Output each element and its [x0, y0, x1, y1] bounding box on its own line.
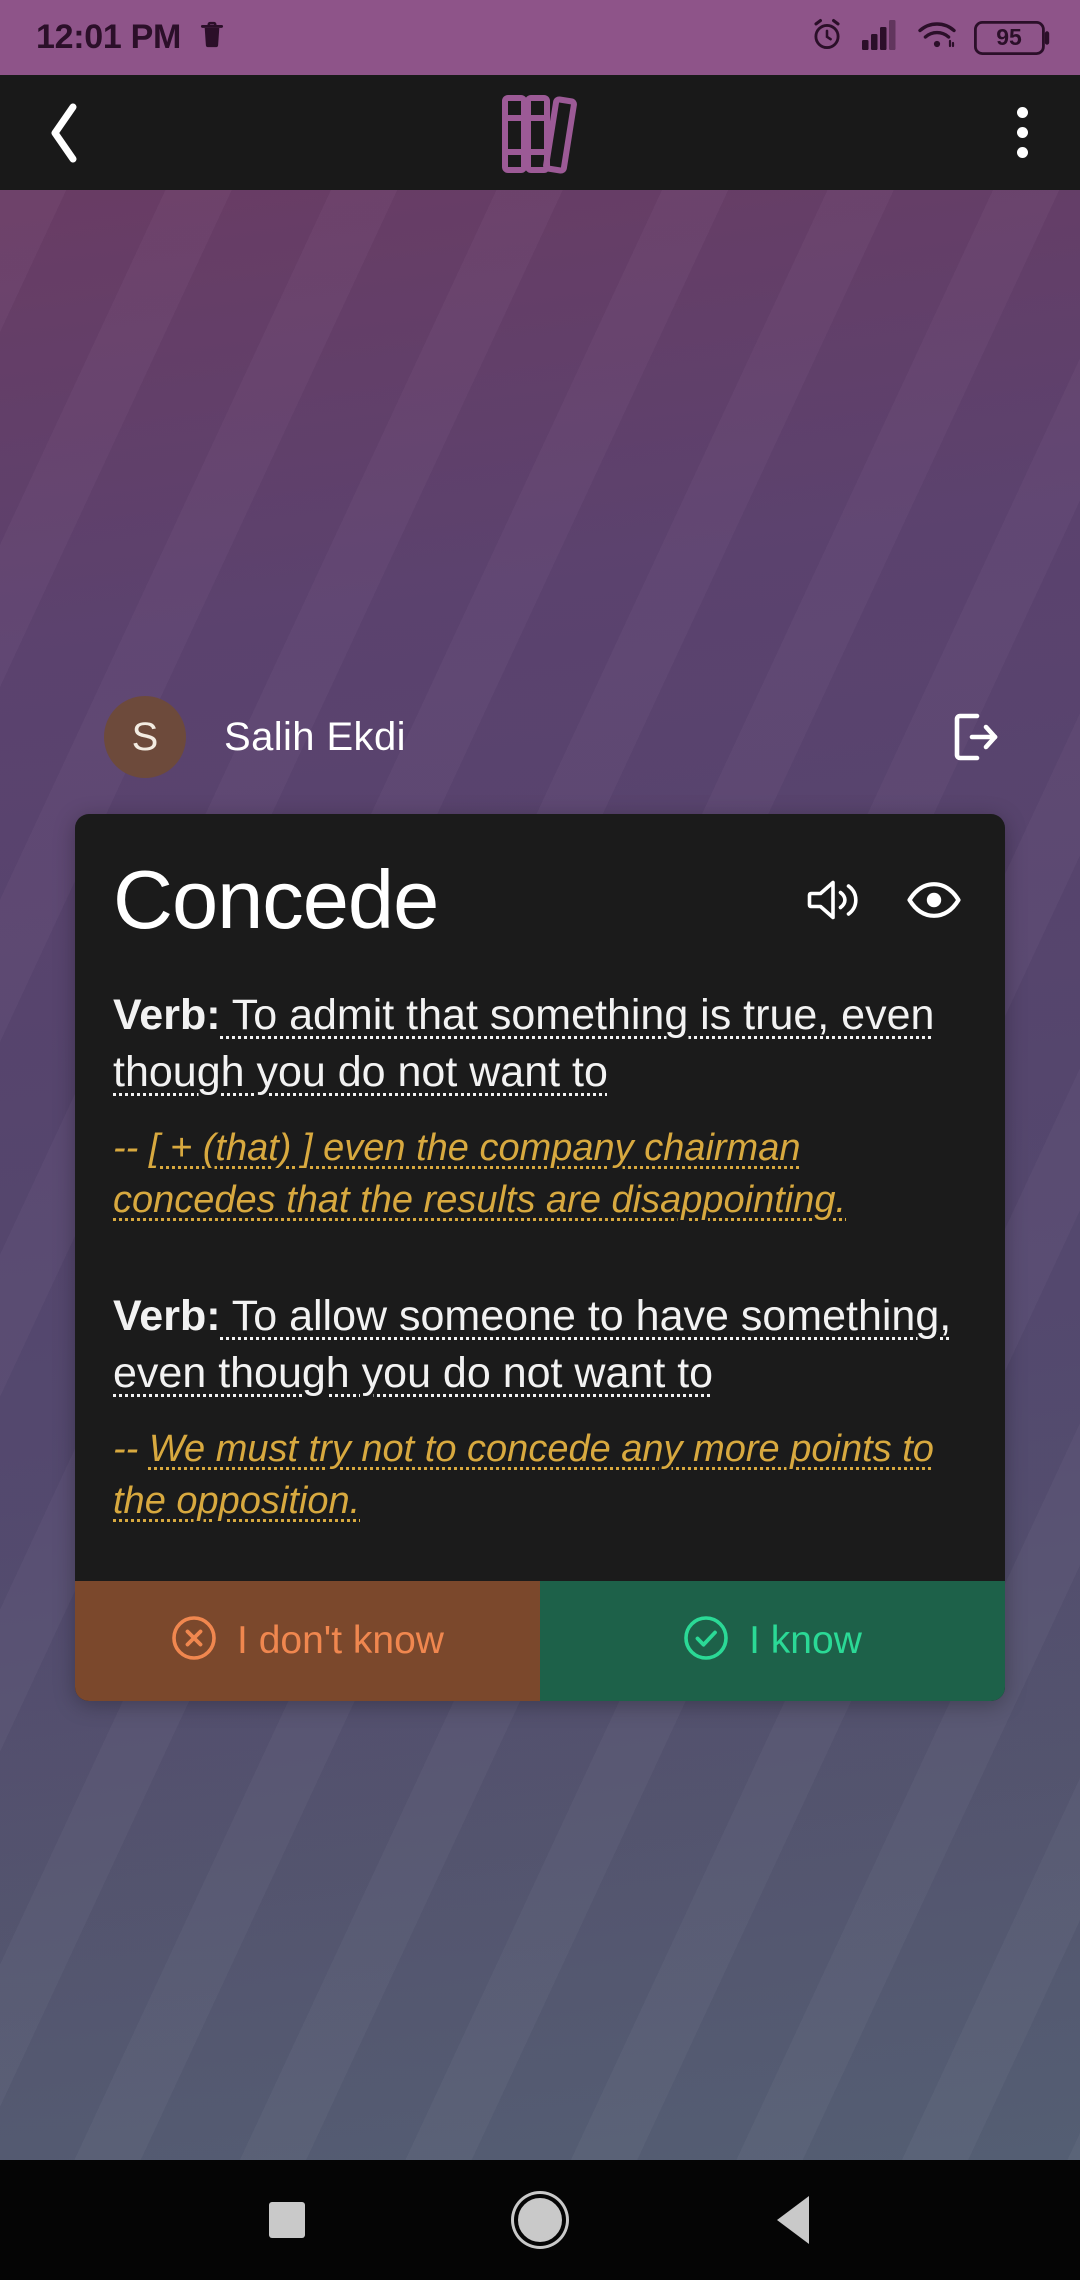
back-button[interactable] — [44, 102, 82, 164]
definition-text: To allow someone to have something, even… — [113, 1291, 952, 1398]
eye-icon[interactable] — [907, 878, 961, 922]
battery-level-text: 95 — [996, 24, 1022, 50]
flashcard[interactable]: Concede Verb: To admit that something is… — [75, 814, 1005, 1701]
part-of-speech: Verb: — [113, 991, 221, 1039]
definition-text: To admit that something is true, even th… — [113, 991, 935, 1097]
app-bar — [0, 75, 1080, 190]
trash-icon — [199, 20, 225, 55]
flashcard-header: Concede — [113, 858, 967, 941]
dont-know-button[interactable]: I don't know — [75, 1580, 540, 1701]
avatar: S — [104, 696, 186, 778]
know-button[interactable]: I know — [540, 1580, 1005, 1701]
example: -- We must try not to concede any more p… — [113, 1424, 967, 1527]
example-text: [ + (that) ] even the company chairman c… — [113, 1127, 847, 1221]
recents-button[interactable] — [232, 2165, 342, 2275]
navigation-bar — [0, 2160, 1080, 2280]
status-bar-left: 12:01 PM — [36, 18, 225, 57]
signal-icon — [862, 20, 900, 55]
back-triangle-icon — [777, 2196, 810, 2244]
example-prefix: -- — [113, 1428, 149, 1471]
avatar-initial: S — [131, 715, 159, 759]
dont-know-label: I don't know — [237, 1618, 444, 1662]
status-bar: 12:01 PM 95 — [0, 0, 1080, 75]
part-of-speech: Verb: — [113, 1291, 221, 1340]
alarm-icon — [809, 17, 845, 58]
example-text: We must try not to concede any more poin… — [113, 1428, 934, 1522]
sense-block: Verb: To admit that something is true, e… — [113, 987, 967, 1226]
example: -- [ + (that) ] even the company chairma… — [113, 1123, 967, 1226]
status-clock: 12:01 PM — [36, 18, 182, 56]
definition: Verb: To admit that something is true, e… — [113, 987, 967, 1101]
status-bar-right: 95 — [809, 17, 1052, 58]
books-icon — [0, 75, 1080, 190]
back-button-nav[interactable] — [738, 2165, 848, 2275]
flashcard-body: Concede Verb: To admit that something is… — [75, 814, 1005, 1581]
flashcard-actions — [807, 877, 967, 923]
x-circle-icon — [171, 1615, 217, 1666]
answer-row: I don't know I know — [75, 1580, 1005, 1701]
user-name: Salih Ekdi — [224, 714, 406, 759]
know-label: I know — [749, 1618, 862, 1662]
recents-square-icon — [268, 2202, 305, 2238]
content-area: S Salih Ekdi Concede Verb: To admit that… — [0, 190, 1080, 2160]
check-circle-icon — [683, 1615, 729, 1666]
home-button[interactable] — [485, 2165, 595, 2275]
speaker-icon[interactable] — [807, 877, 863, 923]
home-circle-icon — [517, 2198, 562, 2242]
wifi-icon — [917, 20, 957, 56]
sense-block: Verb: To allow someone to have something… — [113, 1288, 967, 1527]
phone-screen: 12:01 PM 95 S Salih Ekdi Concede Verb: T… — [0, 0, 1080, 2280]
word-title: Concede — [113, 853, 439, 946]
example-prefix: -- — [113, 1127, 149, 1170]
battery-icon: 95 — [974, 20, 1052, 55]
definition: Verb: To allow someone to have something… — [113, 1288, 967, 1402]
logout-icon[interactable] — [952, 712, 1000, 762]
user-row: S Salih Ekdi — [0, 696, 1080, 778]
more-vertical-icon[interactable] — [1009, 99, 1036, 166]
